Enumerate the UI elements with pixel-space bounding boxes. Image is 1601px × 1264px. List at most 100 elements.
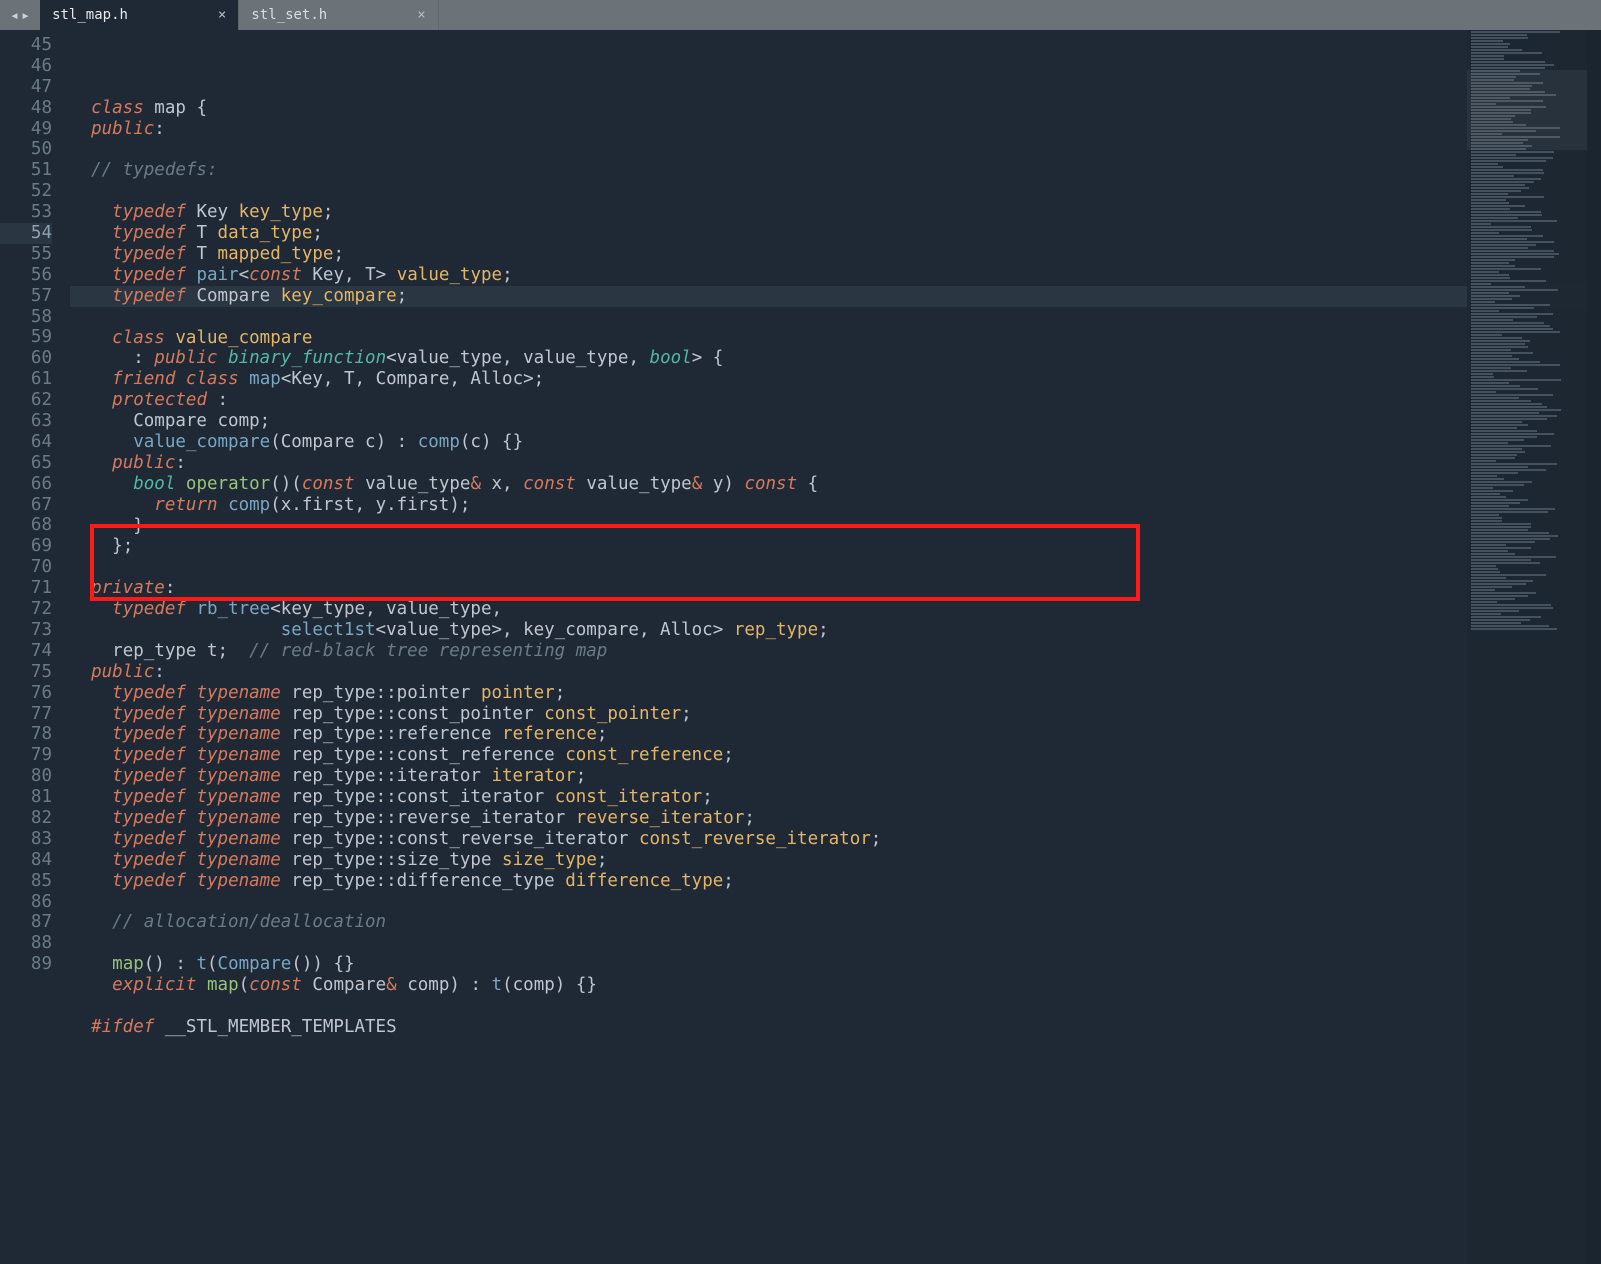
code-line[interactable]: select1st<value_type>, key_compare, Allo…	[70, 620, 1601, 641]
line-number: 82	[0, 808, 52, 829]
code-line[interactable]: #ifdef __STL_MEMBER_TEMPLATES	[70, 1017, 1601, 1038]
code-line[interactable]: typedef typename rep_type::const_referen…	[70, 745, 1601, 766]
line-number: 75	[0, 662, 52, 683]
code-line[interactable]: }	[70, 516, 1601, 537]
nav-back-icon[interactable]: ◂	[10, 5, 19, 26]
line-number: 54	[0, 223, 52, 244]
code-line[interactable]: typedef pair<const Key, T> value_type;	[70, 265, 1601, 286]
tab-stl-map-h[interactable]: stl_map.h×	[40, 0, 239, 30]
line-number: 79	[0, 745, 52, 766]
code-line[interactable]: typedef typename rep_type::const_pointer…	[70, 704, 1601, 725]
close-icon[interactable]: ×	[417, 5, 425, 26]
code-line[interactable]: typedef typename rep_type::iterator iter…	[70, 766, 1601, 787]
code-line[interactable]: Compare comp;	[70, 411, 1601, 432]
line-number: 48	[0, 98, 52, 119]
line-number: 71	[0, 578, 52, 599]
line-number: 57	[0, 286, 52, 307]
code-line[interactable]: typedef Key key_type;	[70, 202, 1601, 223]
tab-bar: ◂ ▸ stl_map.h× stl_set.h ×	[0, 0, 1601, 30]
code-line[interactable]: typedef typename rep_type::size_type siz…	[70, 850, 1601, 871]
line-number: 70	[0, 557, 52, 578]
code-line[interactable]: friend class map<Key, T, Compare, Alloc>…	[70, 369, 1601, 390]
nav-fwd-icon[interactable]: ▸	[21, 5, 30, 26]
line-number: 86	[0, 892, 52, 913]
line-number: 87	[0, 912, 52, 933]
code-line[interactable]: typedef Compare key_compare;	[70, 286, 1601, 307]
line-number: 77	[0, 704, 52, 725]
code-line[interactable]: : public binary_function<value_type, val…	[70, 348, 1601, 369]
code-line[interactable]: map() : t(Compare()) {}	[70, 954, 1601, 975]
line-number: 89	[0, 954, 52, 975]
tab-stl-set-h[interactable]: stl_set.h ×	[239, 0, 438, 30]
line-number: 78	[0, 724, 52, 745]
code-line[interactable]: class value_compare	[70, 328, 1601, 349]
code-line[interactable]: bool operator()(const value_type& x, con…	[70, 474, 1601, 495]
code-line[interactable]	[70, 557, 1601, 578]
line-number: 64	[0, 432, 52, 453]
code-line[interactable]: value_compare(Compare c) : comp(c) {}	[70, 432, 1601, 453]
line-number: 83	[0, 829, 52, 850]
line-number: 69	[0, 536, 52, 557]
vertical-scrollbar[interactable]	[1587, 30, 1601, 1264]
line-number: 72	[0, 599, 52, 620]
nav-arrows: ◂ ▸	[0, 0, 40, 30]
code-line[interactable]	[70, 933, 1601, 954]
line-number: 50	[0, 139, 52, 160]
line-number: 65	[0, 453, 52, 474]
line-number: 80	[0, 766, 52, 787]
editor-area[interactable]: 4546474849505152535455565758596061626364…	[0, 30, 1601, 1264]
line-number: 55	[0, 244, 52, 265]
tab-label: stl_set.h	[251, 5, 327, 26]
code-line[interactable]: protected :	[70, 390, 1601, 411]
code-line[interactable]	[70, 996, 1601, 1017]
code-line[interactable]: explicit map(const Compare& comp) : t(co…	[70, 975, 1601, 996]
code-line[interactable]: private:	[70, 578, 1601, 599]
line-number: 46	[0, 56, 52, 77]
code-line[interactable]	[70, 307, 1601, 328]
code-line[interactable]	[70, 892, 1601, 913]
line-number: 47	[0, 77, 52, 98]
line-number: 74	[0, 641, 52, 662]
line-number: 81	[0, 787, 52, 808]
line-number: 84	[0, 850, 52, 871]
code-text-area[interactable]: class map { public: // typedefs: typedef…	[70, 30, 1601, 1264]
line-number: 45	[0, 35, 52, 56]
minimap[interactable]	[1467, 30, 1587, 1264]
code-line[interactable]	[70, 181, 1601, 202]
code-line[interactable]: public:	[70, 119, 1601, 140]
code-line[interactable]: };	[70, 536, 1601, 557]
code-line[interactable]: typedef typename rep_type::reverse_itera…	[70, 808, 1601, 829]
code-line[interactable]: typedef typename rep_type::const_iterato…	[70, 787, 1601, 808]
line-number: 62	[0, 390, 52, 411]
code-line[interactable]: typedef T mapped_type;	[70, 244, 1601, 265]
line-number: 56	[0, 265, 52, 286]
code-line[interactable]: typedef typename rep_type::const_reverse…	[70, 829, 1601, 850]
line-number: 63	[0, 411, 52, 432]
code-line[interactable]: typedef typename rep_type::reference ref…	[70, 724, 1601, 745]
code-line[interactable]: public:	[70, 453, 1601, 474]
code-line[interactable]: return comp(x.first, y.first);	[70, 495, 1601, 516]
code-line[interactable]: // allocation/deallocation	[70, 912, 1601, 933]
code-line[interactable]: public:	[70, 662, 1601, 683]
line-number: 61	[0, 369, 52, 390]
code-line[interactable]: typedef typename rep_type::difference_ty…	[70, 871, 1601, 892]
code-line[interactable]: typedef T data_type;	[70, 223, 1601, 244]
code-line[interactable]: typedef rb_tree<key_type, value_type,	[70, 599, 1601, 620]
code-line[interactable]: // typedefs:	[70, 160, 1601, 181]
line-number: 53	[0, 202, 52, 223]
line-number: 58	[0, 307, 52, 328]
line-number: 49	[0, 119, 52, 140]
code-line[interactable]	[70, 140, 1601, 161]
line-number: 76	[0, 683, 52, 704]
code-line[interactable]: rep_type t; // red-black tree representi…	[70, 641, 1601, 662]
line-number: 67	[0, 495, 52, 516]
code-line[interactable]: typedef typename rep_type::pointer point…	[70, 683, 1601, 704]
close-icon[interactable]: ×	[218, 5, 226, 26]
line-number: 88	[0, 933, 52, 954]
line-number-gutter: 4546474849505152535455565758596061626364…	[0, 30, 70, 1264]
line-number: 60	[0, 348, 52, 369]
minimap-viewport[interactable]	[1467, 70, 1587, 150]
line-number: 85	[0, 871, 52, 892]
line-number: 73	[0, 620, 52, 641]
code-line[interactable]: class map {	[70, 98, 1601, 119]
